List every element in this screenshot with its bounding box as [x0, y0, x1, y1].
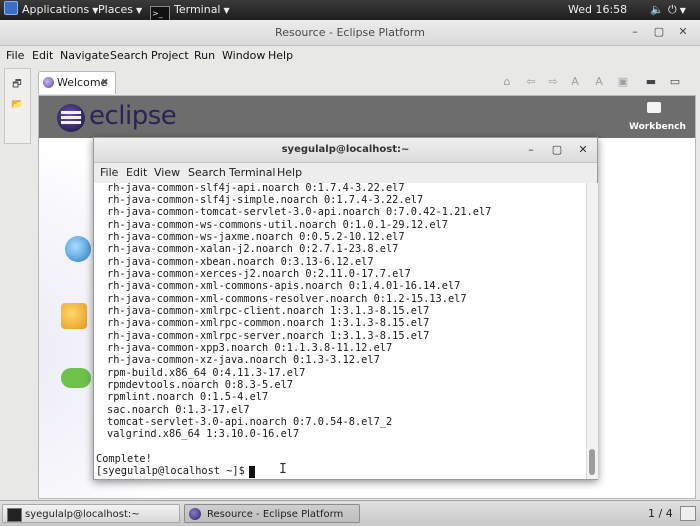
volume-icon[interactable]: 🔈: [650, 0, 664, 20]
output-line: rh-java-common-xml-commons-apis.noarch 0…: [107, 280, 461, 292]
output-line: valgrind.x86_64 1:3.10.0-16.el7: [107, 428, 300, 440]
editor-tabbar: Welcome ✖ ⌂ ⇦ ⇨ A A ▣ ▬ ▭: [38, 71, 698, 95]
clock[interactable]: Wed 16:58: [568, 0, 627, 20]
menu-help[interactable]: Help: [268, 46, 293, 66]
eclipse-icon: [43, 77, 54, 88]
taskbar-item-label: Resource - Eclipse Platform: [207, 509, 344, 520]
terminal-window: syegulalp@localhost:~ – ▢ ✕ File Edit Vi…: [93, 137, 598, 480]
maximize-view-icon[interactable]: ▭: [668, 75, 682, 88]
output-line: rh-java-common-xalan-j2.noarch 0:2.7.1-2…: [107, 243, 399, 255]
chevron-down-icon: ▼: [679, 6, 686, 15]
decrease-font-icon[interactable]: A: [568, 75, 582, 88]
terminal-menu-help[interactable]: Help: [277, 163, 302, 183]
text-cursor: [249, 466, 255, 478]
terminal-minimize-button[interactable]: –: [524, 143, 538, 157]
terminal-close-button[interactable]: ✕: [576, 143, 590, 157]
terminal-menu-edit[interactable]: Edit: [126, 163, 147, 183]
terminal-menubar: File Edit View Search Terminal Help: [94, 163, 597, 183]
applications-icon: [4, 1, 18, 15]
open-view-icon[interactable]: 📂: [11, 99, 23, 111]
close-button[interactable]: ✕: [676, 25, 690, 39]
chevron-down-icon: ▼: [223, 6, 230, 15]
top-panel: Applications ▼ Places ▼ >_ Terminal ▼ Wed 16…: [0, 0, 700, 24]
places-menu[interactable]: Places ▼: [98, 0, 142, 20]
output-line: rh-java-common-xz-java.noarch 0:1.3-3.12…: [107, 354, 380, 366]
places-label: Places: [98, 3, 133, 16]
terminal-app-menu[interactable]: >_ Terminal ▼: [150, 0, 230, 24]
menu-file[interactable]: File: [6, 46, 24, 66]
terminal-output[interactable]: rh-java-common-slf4j-api.noarch 0:1.7.4-…: [94, 183, 586, 479]
menu-search[interactable]: Search: [110, 46, 148, 66]
terminal-menu-file[interactable]: File: [100, 163, 118, 183]
taskbar-item-label: syegulalp@localhost:~: [25, 509, 140, 520]
chevron-down-icon: ▼: [135, 6, 143, 15]
workbench-link[interactable]: Workbench: [629, 122, 686, 132]
terminal-icon: [7, 508, 22, 522]
menu-edit[interactable]: Edit: [32, 46, 53, 66]
tab-welcome[interactable]: Welcome ✖: [38, 71, 116, 94]
close-icon[interactable]: ✖: [101, 72, 109, 94]
mouse-ibeam-cursor-icon: I: [279, 462, 287, 477]
workspace-indicator[interactable]: 1 / 4: [648, 501, 673, 526]
terminal-menu-search[interactable]: Search: [188, 163, 226, 183]
terminal-menu-terminal[interactable]: Terminal: [229, 163, 276, 183]
customize-page-icon[interactable]: ▣: [616, 75, 630, 88]
tab-welcome-label: Welcome: [57, 76, 108, 89]
globe-icon[interactable]: [65, 236, 91, 262]
terminal-maximize-button[interactable]: ▢: [550, 143, 564, 157]
terminal-scrollbar[interactable]: [586, 183, 598, 479]
increase-font-icon[interactable]: A: [592, 75, 606, 88]
taskbar-item-terminal[interactable]: syegulalp@localhost:~: [2, 504, 180, 523]
eclipse-icon: [189, 508, 201, 520]
terminal-title: syegulalp@localhost:~: [281, 144, 410, 155]
applications-label: Applications: [22, 3, 90, 16]
power-icon[interactable]: ⏻ ▼: [668, 0, 686, 20]
eclipse-title: Resource - Eclipse Platform: [275, 26, 425, 39]
workspace-switcher[interactable]: [680, 506, 696, 521]
eclipse-logo-text: eclipse: [89, 101, 177, 131]
forward-icon[interactable]: ⇨: [546, 75, 560, 88]
eclipse-menubar: File Edit Navigate Search Project Run Wi…: [0, 46, 700, 66]
menu-navigate[interactable]: Navigate: [60, 46, 109, 66]
taskbar-item-eclipse[interactable]: Resource - Eclipse Platform: [184, 504, 360, 523]
arrow-icon[interactable]: [61, 368, 91, 388]
minimize-button[interactable]: –: [628, 25, 642, 39]
eclipse-logo: [57, 104, 85, 132]
terminal-menu-view[interactable]: View: [154, 163, 180, 183]
applications-menu[interactable]: Applications ▼: [4, 0, 98, 20]
output-line: rh-java-common-xmlrpc-common.noarch 1:3.…: [107, 317, 430, 329]
perspective-toolbar: 🗗 📂: [4, 68, 31, 144]
restore-view-icon[interactable]: 🗗: [11, 79, 23, 91]
eclipse-titlebar[interactable]: Resource - Eclipse Platform – ▢ ✕: [0, 20, 700, 46]
scrollbar-thumb[interactable]: [589, 449, 595, 475]
output-line: rpmlint.noarch 0:1.5-4.el7: [107, 391, 269, 403]
home-icon[interactable]: ⌂: [500, 75, 514, 88]
terminal-app-label: Terminal: [174, 3, 221, 16]
menu-run[interactable]: Run: [194, 46, 215, 66]
terminal-titlebar[interactable]: syegulalp@localhost:~ – ▢ ✕: [94, 138, 597, 163]
samples-icon[interactable]: [61, 303, 87, 329]
workbench-icon[interactable]: [647, 102, 661, 113]
back-icon[interactable]: ⇦: [524, 75, 538, 88]
restore-button[interactable]: ▢: [652, 25, 666, 39]
shell-prompt: [syegulalp@localhost ~]$: [96, 465, 251, 477]
menu-project[interactable]: Project: [151, 46, 189, 66]
minimize-view-icon[interactable]: ▬: [644, 75, 658, 88]
menu-window[interactable]: Window: [222, 46, 265, 66]
welcome-header: eclipse Workbench: [39, 96, 695, 138]
bottom-taskbar: syegulalp@localhost:~ Resource - Eclipse…: [0, 500, 700, 526]
output-line: rh-java-common-tomcat-servlet-3.0-api.no…: [107, 206, 492, 218]
